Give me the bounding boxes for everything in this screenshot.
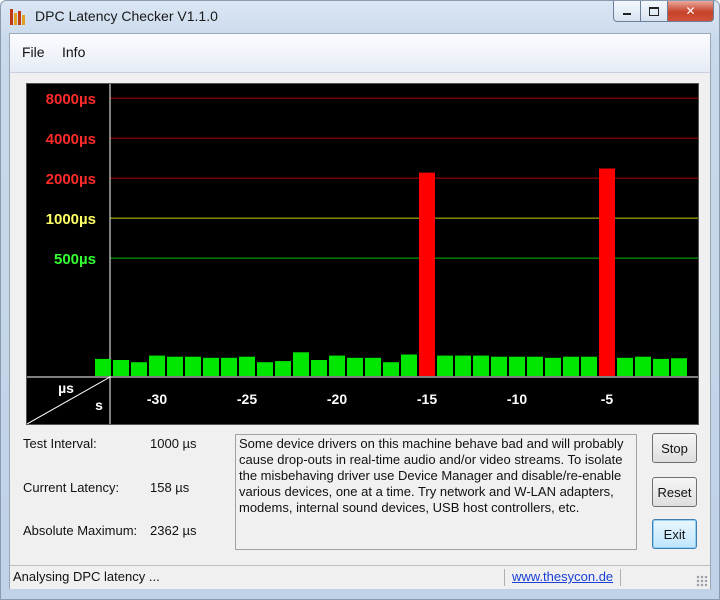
latency-bar [617,357,633,376]
y-tick-label: 2000µs [46,171,96,188]
resize-grip-icon[interactable] [696,575,708,587]
latency-bar [95,358,111,376]
x-unit-label: s [95,397,103,413]
maximize-icon [649,6,659,16]
x-tick-label: -10 [507,391,527,407]
latency-bar [275,361,291,376]
exit-button[interactable]: Exit [652,519,697,549]
reset-button[interactable]: Reset [652,477,697,507]
x-tick-label: -20 [327,391,347,407]
latency-bar [185,356,201,376]
window-title: DPC Latency Checker V1.1.0 [35,8,218,24]
latency-bar [113,360,129,376]
client-area: File Info 16000µs8000µs4000µs2000µs1000µ… [9,33,711,589]
menu-bar: File Info [10,34,710,73]
latency-bar [167,356,183,376]
latency-bar [491,356,507,376]
current-latency-value: 158 µs [150,480,190,495]
close-icon: ✕ [685,4,696,18]
status-divider [504,569,505,586]
test-interval-label: Test Interval: [23,436,97,451]
x-tick-label: -25 [237,391,257,407]
status-bar: Analysing DPC latency ... www.thesycon.d… [10,565,710,589]
latency-bar [365,357,381,376]
menu-info[interactable]: Info [62,44,85,60]
latency-chart-svg: 16000µs8000µs4000µs2000µs1000µs500µsµss-… [27,84,698,424]
latency-bar [203,357,219,376]
maximize-button[interactable] [641,1,668,22]
latency-bar [437,355,453,376]
latency-bar [329,355,345,376]
latency-bar [473,355,489,376]
y-tick-label: 1000µs [46,211,96,228]
x-tick-label: -5 [601,391,614,407]
app-icon [10,9,28,25]
latency-bar [383,362,399,376]
y-tick-label: 4000µs [46,131,96,148]
latency-bar [149,355,165,376]
minimize-icon [623,13,631,15]
minimize-button[interactable] [613,1,641,22]
menu-file[interactable]: File [22,44,45,60]
absolute-maximum-label: Absolute Maximum: [23,523,138,538]
test-interval-value: 1000 µs [150,436,197,451]
latency-bar [581,356,597,376]
stop-button[interactable]: Stop [652,433,697,463]
latency-bar [401,354,417,376]
latency-bar [221,357,237,376]
status-text: Analysing DPC latency ... [13,569,160,584]
x-tick-label: -15 [417,391,437,407]
website-link[interactable]: www.thesycon.de [512,569,613,584]
latency-bar [527,356,543,376]
latency-bar [509,356,525,376]
latency-bar [347,357,363,376]
app-window: DPC Latency Checker V1.1.0 ✕ File Info 1… [0,0,720,600]
close-button[interactable]: ✕ [668,1,714,22]
latency-bar [239,356,255,376]
latency-bar [563,356,579,376]
y-unit-label: µs [58,380,74,396]
latency-bar [419,172,435,376]
latency-bar [671,358,687,376]
title-bar[interactable]: DPC Latency Checker V1.1.0 ✕ [1,1,719,33]
status-message: Some device drivers on this machine beha… [235,434,637,550]
current-latency-label: Current Latency: [23,480,120,495]
latency-bar [599,168,615,376]
latency-bar [455,355,471,376]
absolute-maximum-value: 2362 µs [150,523,197,538]
latency-bar [545,357,561,376]
latency-chart: 16000µs8000µs4000µs2000µs1000µs500µsµss-… [26,83,699,425]
y-tick-label: 8000µs [46,91,96,108]
latency-bar [257,362,273,376]
status-divider [620,569,621,586]
latency-bar [311,360,327,376]
y-tick-label: 500µs [54,251,96,268]
latency-bar [131,362,147,376]
latency-bar [293,352,309,376]
latency-bar [635,356,651,376]
x-tick-label: -30 [147,391,167,407]
latency-bar [653,358,669,376]
